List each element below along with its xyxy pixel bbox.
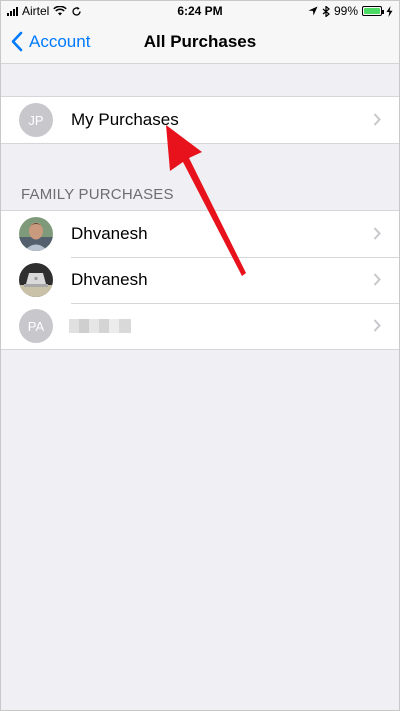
battery-icon xyxy=(362,6,384,16)
photo-avatar xyxy=(19,217,53,251)
battery-percent: 99% xyxy=(333,4,358,18)
family-member-row[interactable]: PA xyxy=(1,303,399,349)
redacted-name xyxy=(69,319,131,333)
family-member-row[interactable]: Dhvanesh xyxy=(1,211,399,257)
location-icon xyxy=(308,6,318,16)
family-purchases-group: Dhvanesh Dhvanesh PA xyxy=(1,210,399,350)
avatar: JP xyxy=(19,103,53,137)
page-title: All Purchases xyxy=(143,32,257,51)
bluetooth-icon xyxy=(322,5,330,17)
navigation-bar: Account All Purchases xyxy=(1,21,399,64)
chevron-right-icon xyxy=(373,273,381,286)
family-member-name: Dhvanesh xyxy=(71,270,148,289)
chevron-right-icon xyxy=(373,227,381,240)
my-purchases-row[interactable]: JP My Purchases xyxy=(1,97,399,143)
my-purchases-label: My Purchases xyxy=(71,110,179,129)
charging-icon xyxy=(386,5,393,17)
initials-avatar: PA xyxy=(19,309,53,343)
chevron-right-icon xyxy=(373,319,381,332)
chevron-right-icon xyxy=(373,113,381,126)
family-member-name: Dhvanesh xyxy=(71,224,148,243)
screen: Airtel 6:24 PM 99% Account All Purchases… xyxy=(0,0,400,711)
my-purchases-group: JP My Purchases xyxy=(1,96,399,144)
family-member-row[interactable]: Dhvanesh xyxy=(1,257,399,303)
status-bar: Airtel 6:24 PM 99% xyxy=(1,1,399,21)
family-purchases-header: FAMILY PURCHASES xyxy=(21,186,174,203)
laptop-photo-avatar xyxy=(19,263,53,297)
